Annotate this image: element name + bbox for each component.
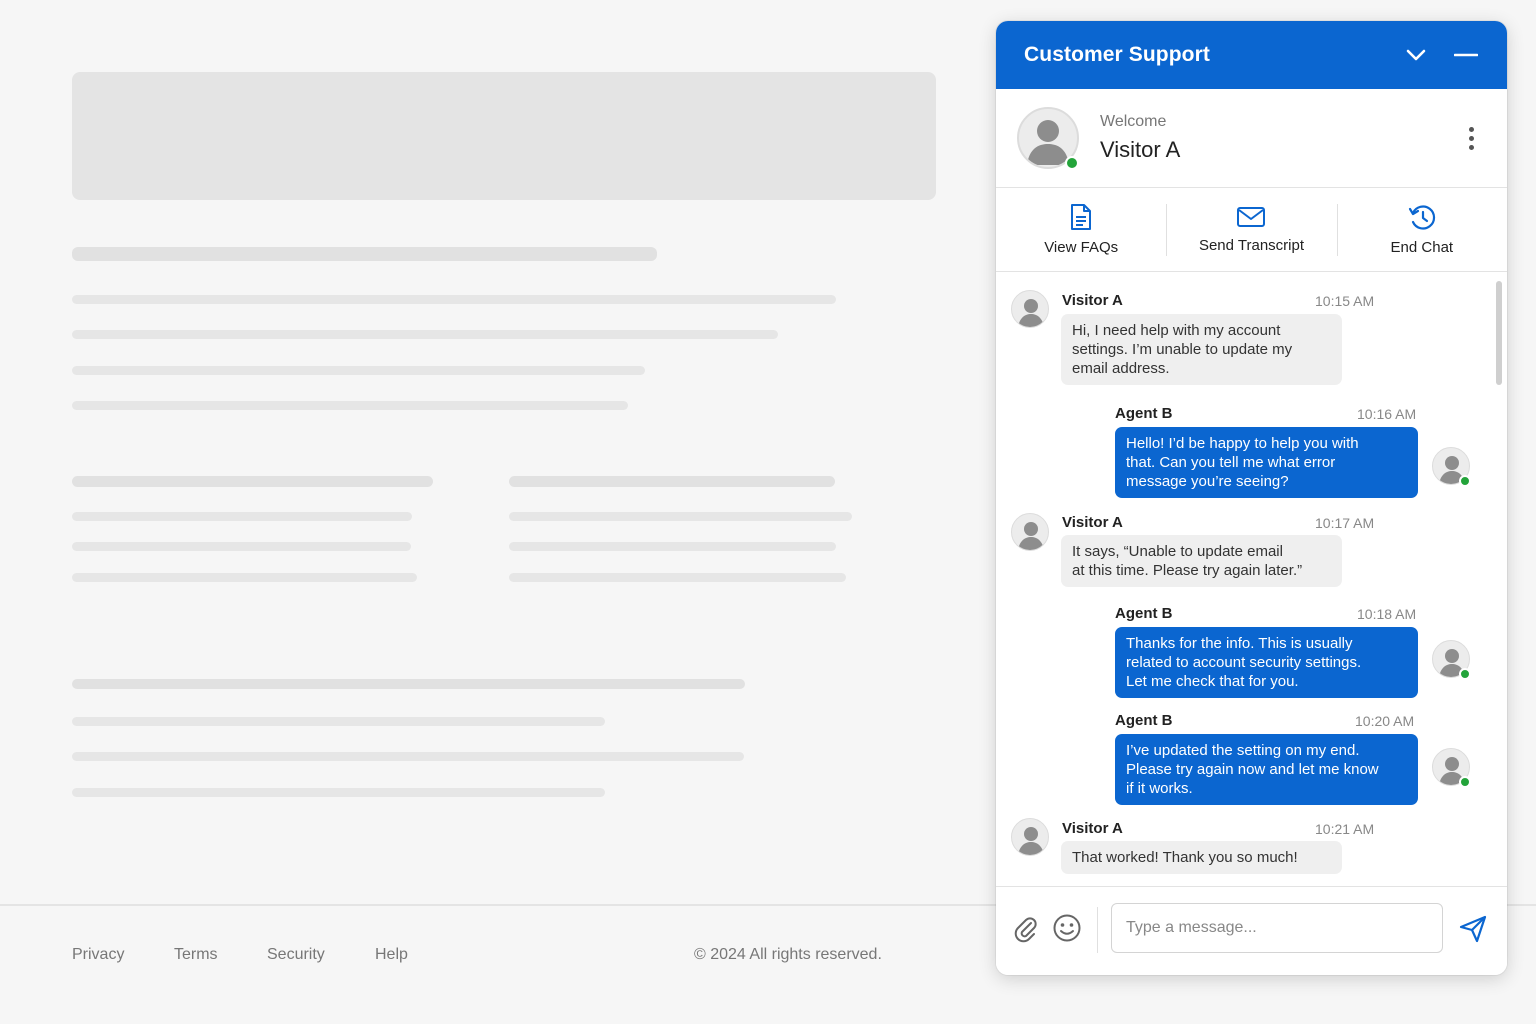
hero-placeholder — [72, 72, 936, 200]
message-sender: Visitor A — [1062, 514, 1123, 531]
send-transcript-label: Send Transcript — [1198, 237, 1305, 254]
footer-link-privacy[interactable]: Privacy — [72, 946, 124, 964]
online-status-dot — [1459, 475, 1471, 487]
send-transcript-button[interactable]: Send Transcript — [1166, 188, 1336, 271]
attach-button[interactable] — [1010, 913, 1042, 945]
online-status-dot — [1065, 156, 1079, 170]
chevron-down-icon — [1406, 49, 1426, 61]
message-bubble: Thanks for the info. This is usually rel… — [1115, 627, 1418, 698]
person-icon — [1018, 522, 1044, 550]
message-time: 10:18 AM — [1357, 606, 1417, 622]
collapse-button[interactable] — [1401, 40, 1431, 70]
content-placeholder-line — [72, 679, 745, 689]
history-icon — [1408, 205, 1435, 230]
emoji-button[interactable] — [1051, 912, 1083, 944]
message-list[interactable]: Visitor A 10:15 AM Hi, I need help with … — [996, 273, 1507, 885]
visitor-avatar — [1011, 818, 1049, 856]
send-icon — [1459, 915, 1487, 943]
message-sender: Agent B — [1115, 405, 1173, 422]
chat-title: Customer Support — [1024, 43, 1210, 66]
visitor-avatar — [1017, 107, 1079, 170]
person-icon — [1018, 299, 1044, 327]
welcome-panel: Welcome Visitor A — [996, 89, 1507, 188]
online-status-dot — [1459, 776, 1471, 788]
message-time: 10:20 AM — [1355, 713, 1415, 729]
footer-link-terms[interactable]: Terms — [174, 946, 218, 964]
visitor-avatar — [1011, 513, 1049, 551]
content-placeholder-line — [509, 573, 846, 582]
message-bubble: Hi, I need help with my account settings… — [1061, 314, 1342, 385]
content-placeholder-line — [509, 476, 835, 487]
chat-actions: View FAQs Send Transcript End Chat — [996, 188, 1507, 272]
chat-widget: Customer Support Welcome Visitor A View … — [996, 21, 1507, 975]
minimize-icon — [1454, 53, 1478, 57]
view-faqs-button[interactable]: View FAQs — [996, 188, 1166, 271]
content-placeholder-line — [509, 512, 852, 521]
content-placeholder-line — [72, 512, 412, 521]
message-composer — [996, 886, 1507, 975]
content-placeholder-line — [72, 247, 657, 261]
online-status-dot — [1459, 668, 1471, 680]
content-placeholder-line — [72, 295, 836, 304]
message-time: 10:16 AM — [1357, 406, 1417, 422]
chat-header: Customer Support — [996, 21, 1507, 89]
view-faqs-label: View FAQs — [1044, 239, 1119, 256]
envelope-icon — [1237, 207, 1266, 227]
message-time: 10:21 AM — [1315, 821, 1375, 837]
end-chat-label: End Chat — [1390, 239, 1454, 256]
minimize-button[interactable] — [1451, 40, 1481, 70]
message-bubble: It says, “Unable to update email at this… — [1061, 535, 1342, 587]
message-bubble: That worked! Thank you so much! — [1061, 841, 1342, 874]
composer-divider — [1097, 907, 1098, 953]
content-placeholder-line — [72, 401, 628, 410]
more-options-button[interactable] — [1459, 118, 1483, 158]
paperclip-icon — [1014, 917, 1037, 943]
footer-copyright: © 2024 All rights reserved. — [694, 946, 882, 963]
message-time: 10:15 AM — [1315, 293, 1375, 309]
message-time: 10:17 AM — [1315, 515, 1375, 531]
end-chat-button[interactable]: End Chat — [1336, 188, 1507, 271]
message-sender: Agent B — [1115, 712, 1173, 729]
visitor-avatar — [1011, 290, 1049, 328]
document-icon — [1071, 204, 1092, 230]
content-placeholder-line — [72, 788, 605, 797]
content-placeholder-line — [72, 717, 605, 726]
message-input[interactable] — [1111, 903, 1443, 953]
page-footer: Privacy Terms Security Help © 2024 All r… — [0, 946, 1000, 970]
content-placeholder-line — [72, 330, 778, 339]
welcome-name: Visitor A — [1100, 137, 1181, 162]
content-placeholder-line — [509, 542, 836, 551]
content-placeholder-line — [72, 573, 417, 582]
message-sender: Agent B — [1115, 605, 1173, 622]
welcome-label: Welcome — [1100, 113, 1167, 130]
content-placeholder-line — [72, 476, 433, 487]
content-placeholder-line — [72, 752, 744, 761]
send-button[interactable] — [1456, 912, 1490, 946]
person-icon — [1018, 827, 1044, 855]
smiley-icon — [1053, 914, 1081, 942]
content-placeholder-line — [72, 366, 645, 375]
message-bubble: Hello! I’d be happy to help you with tha… — [1115, 427, 1418, 498]
footer-link-security[interactable]: Security — [267, 946, 325, 964]
content-placeholder-line — [72, 542, 411, 551]
kebab-icon — [1468, 126, 1474, 132]
footer-link-help[interactable]: Help — [375, 946, 408, 964]
message-scrollbar[interactable] — [1496, 281, 1502, 385]
message-sender: Visitor A — [1062, 820, 1123, 837]
message-sender: Visitor A — [1062, 292, 1123, 309]
message-bubble: I’ve updated the setting on my end. Plea… — [1115, 734, 1418, 805]
